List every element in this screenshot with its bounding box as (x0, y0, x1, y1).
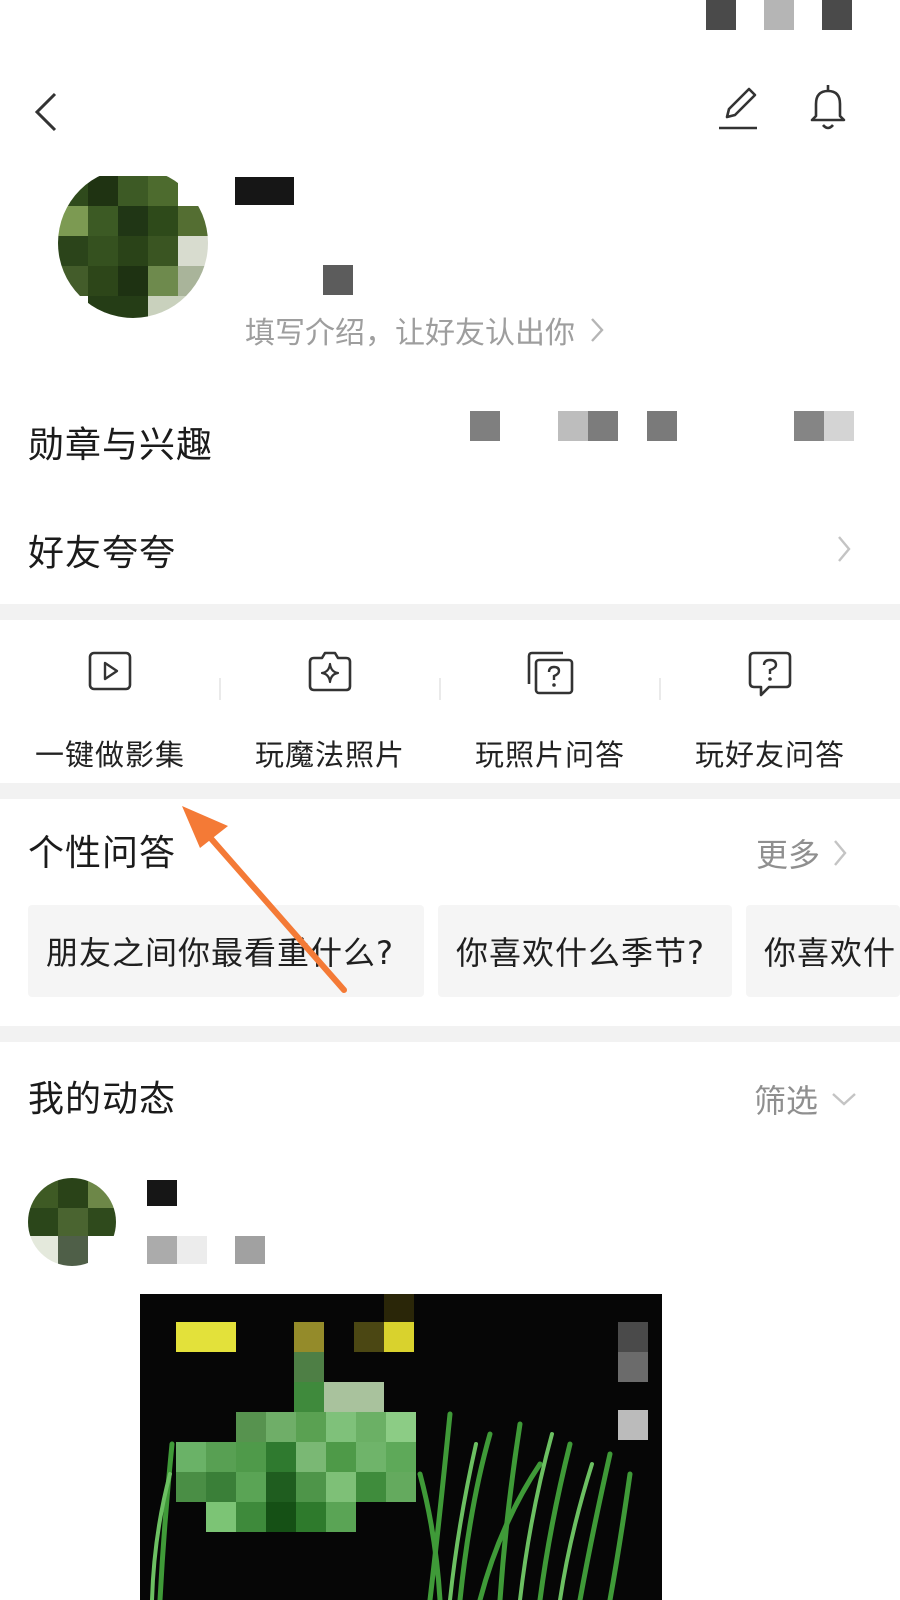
watermark-main: Baidu经验 (676, 1478, 861, 1518)
post-author-redacted (147, 1180, 177, 1206)
status-pixel-1 (706, 0, 736, 30)
section-separator (0, 604, 900, 620)
notification-button[interactable] (800, 80, 856, 136)
tool-make-album[interactable]: 一键做影集 (0, 650, 220, 774)
status-pixel-2 (764, 0, 794, 30)
section-separator (0, 1026, 900, 1042)
tool-friend-quiz[interactable]: 玩好友问答 (660, 650, 880, 774)
badge-pixel-3 (588, 411, 618, 441)
qa-card[interactable]: 你喜欢什 (746, 905, 900, 997)
question-bubble-icon (747, 650, 793, 706)
annotation-arrow (170, 800, 360, 1000)
intro-text: 填写介绍，让好友认出你 (245, 316, 575, 351)
friend-praise-row[interactable]: 好友夸夸 (0, 518, 900, 582)
bell-icon (806, 84, 850, 132)
feed-filter-button[interactable]: 筛选 (754, 1076, 858, 1122)
nickname-redacted (235, 177, 294, 205)
chevron-right-icon (832, 838, 848, 868)
edit-button[interactable] (710, 80, 766, 136)
badge-pixel-6 (824, 411, 854, 441)
more-label: 更多 (756, 836, 821, 874)
post-photo[interactable] (140, 1294, 662, 1600)
qa-card-text: 你喜欢什 (764, 934, 897, 972)
badges-title: 勋章与兴趣 (28, 425, 214, 466)
badge-pixel-5 (794, 411, 824, 441)
back-button[interactable] (20, 86, 72, 138)
post-time-pixel-3 (235, 1236, 265, 1264)
baidu-watermark: Baidu经验 jingyan.baidu.com (676, 1470, 860, 1541)
badge-pixel-4 (647, 411, 677, 441)
qa-more-link[interactable]: 更多 (756, 830, 848, 876)
tool-label: 玩好友问答 (694, 738, 845, 772)
qa-title: 个性问答 (28, 833, 177, 874)
tool-label: 玩照片问答 (474, 738, 625, 772)
profile-intro-link[interactable]: 填写介绍，让好友认出你 (245, 308, 605, 352)
status-pixel-3 (822, 0, 852, 30)
chevron-right-icon (836, 534, 852, 564)
pencil-icon (715, 85, 761, 131)
chevron-down-icon (830, 1091, 858, 1107)
praise-title: 好友夸夸 (28, 533, 177, 574)
magic-photo-icon (306, 650, 354, 706)
badges-interests-row[interactable]: 勋章与兴趣 (0, 410, 900, 474)
post-avatar[interactable] (28, 1178, 116, 1266)
filter-label: 筛选 (754, 1082, 819, 1120)
tool-label: 玩魔法照片 (254, 738, 405, 772)
photo-question-icon (525, 650, 575, 706)
post-time-pixel-1 (147, 1236, 177, 1264)
badge-pixel-1 (470, 411, 500, 441)
tool-magic-photo[interactable]: 玩魔法照片 (220, 650, 440, 774)
tool-label: 一键做影集 (34, 738, 185, 772)
badge-pixel-2 (558, 411, 588, 441)
chevron-left-icon (31, 92, 61, 132)
feed-title: 我的动态 (28, 1079, 177, 1120)
post-time-pixel-2 (177, 1236, 207, 1264)
account-id-redacted (323, 265, 353, 295)
play-video-icon (87, 650, 133, 706)
qa-card-text: 你喜欢什么季节? (456, 934, 705, 972)
watermark-url: jingyan.baidu.com (676, 1521, 833, 1541)
tool-photo-quiz[interactable]: 玩照片问答 (440, 650, 660, 774)
chevron-right-icon (589, 316, 605, 344)
qa-card[interactable]: 你喜欢什么季节? (438, 905, 732, 997)
section-separator (0, 783, 900, 799)
avatar[interactable] (58, 168, 208, 318)
